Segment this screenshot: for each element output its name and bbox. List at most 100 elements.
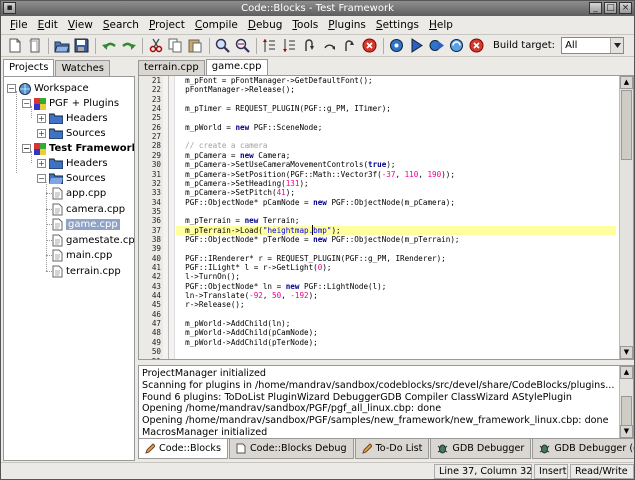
toolbar-separator [95, 37, 96, 54]
tree-file-app-cpp[interactable]: app.cpp [46, 186, 106, 201]
scrollbar-thumb[interactable] [621, 90, 632, 160]
code-line: m_pFont = pFontManager->GetDefaultFont()… [176, 76, 373, 85]
code-line: m_pCamera->SetHeading(131); [176, 178, 309, 188]
save-icon[interactable] [72, 37, 91, 55]
minimize-button[interactable]: _ [589, 2, 602, 14]
expand-toggle[interactable]: + [37, 129, 46, 138]
workspace-icon [19, 82, 31, 95]
tree-file-camera-cpp[interactable]: camera.cpp [46, 202, 125, 217]
code-area[interactable]: m_pFont = pFontManager->GetDefaultFont()… [176, 76, 616, 359]
cut-icon[interactable] [146, 37, 165, 55]
tree-item-workspace[interactable]: − Workspace [7, 81, 89, 96]
menu-tools[interactable]: Tools [287, 19, 323, 31]
tree-item-headers[interactable]: + Headers [37, 156, 108, 171]
build-target-select[interactable]: All [561, 37, 625, 54]
tree-item-sources[interactable]: − Sources [37, 171, 106, 186]
menu-view[interactable]: View [63, 19, 98, 31]
menu-compile[interactable]: Compile [190, 19, 243, 31]
tab-game-cpp[interactable]: game.cpp [205, 59, 268, 75]
line-number: 23 [151, 94, 161, 104]
code-line: PGF::ObjectNode* pTerNode = new PGF::Obj… [176, 234, 460, 244]
tab-watches[interactable]: Watches [55, 60, 110, 76]
abort-icon[interactable] [467, 37, 486, 55]
run-icon[interactable] [407, 37, 426, 55]
tree-item-headers[interactable]: + Headers [37, 111, 108, 126]
code-line: m_pWorld->AddChild(pTerNode); [176, 337, 318, 347]
code-line: m_pCamera->SetPitch(41); [176, 188, 295, 198]
step-out-icon[interactable] [340, 37, 359, 55]
folder-icon [49, 113, 63, 124]
tree-file-game-cpp[interactable]: game.cpp [46, 217, 120, 232]
tree-label: main.cpp [66, 250, 113, 261]
menu-file[interactable]: File [5, 19, 33, 31]
menu-bar: File Edit View Search Project Compile Debug Too… [1, 16, 634, 35]
close-window-button[interactable]: × [619, 2, 632, 14]
maximize-button[interactable]: □ [604, 2, 617, 14]
code-line: PGF::ILight* l = r->GetLight(0); [176, 263, 332, 272]
collapse-toggle[interactable]: − [7, 84, 16, 93]
undo-icon[interactable] [99, 37, 118, 55]
log-line: MacrosManager initialized [142, 427, 268, 438]
redo-icon[interactable] [119, 37, 138, 55]
scroll-up-icon[interactable]: ▲ [620, 366, 633, 379]
log-vertical-scrollbar[interactable]: ▲ ▼ [619, 366, 633, 438]
jump-back-icon[interactable] [260, 37, 279, 55]
rebuild-icon[interactable] [447, 37, 466, 55]
tree-item-sources[interactable]: + Sources [37, 126, 106, 141]
tree-label: Test Framework [49, 143, 135, 154]
tab-todo-list[interactable]: To-Do List [354, 439, 430, 459]
stop-debug-icon[interactable] [360, 37, 379, 55]
collapse-toggle[interactable]: − [37, 174, 46, 183]
step-over-icon[interactable] [320, 37, 339, 55]
code-line: m_pWorld->AddChild(ln); [176, 319, 291, 329]
menu-search[interactable]: Search [98, 19, 144, 31]
menu-edit[interactable]: Edit [33, 19, 63, 31]
scrollbar-thumb[interactable] [621, 396, 632, 426]
copy-icon[interactable] [166, 37, 185, 55]
tree-item-project-test-framework[interactable]: − Test Framework [22, 141, 135, 156]
tree-file-gamestate-cpp[interactable]: gamestate.cpp [46, 233, 134, 248]
tab-gdb-debugger-debug[interactable]: GDB Debugger (debug) [532, 439, 634, 459]
scroll-down-icon[interactable]: ▼ [620, 346, 633, 359]
tree-item-project-pgf[interactable]: − PGF + Plugins [22, 96, 119, 111]
line-number: 49 [151, 337, 161, 347]
build-and-run-icon[interactable] [427, 37, 446, 55]
paste-icon[interactable] [186, 37, 205, 55]
bug-icon [437, 443, 448, 454]
tab-terrain-cpp[interactable]: terrain.cpp [138, 60, 205, 75]
editor-vertical-scrollbar[interactable]: ▲ ▼ [619, 76, 633, 359]
new-file-icon[interactable] [5, 37, 24, 55]
code-editor[interactable]: 21 22 23 24 25 26 27 28 29 30 31 32 33 34 35 36 37 38 39 40… [138, 75, 634, 360]
find-replace-icon[interactable] [233, 37, 252, 55]
line-number: 34 [151, 197, 161, 207]
tab-gdb-debugger[interactable]: GDB Debugger [430, 439, 532, 459]
line-number: 38 [151, 234, 161, 244]
expand-toggle[interactable]: + [37, 159, 46, 168]
tree-file-terrain-cpp[interactable]: terrain.cpp [46, 264, 121, 279]
tab-codeblocks-log[interactable]: Code::Blocks [138, 439, 228, 459]
collapse-toggle[interactable]: − [22, 144, 31, 153]
expand-toggle[interactable]: + [37, 114, 46, 123]
step-into-icon[interactable] [300, 37, 319, 55]
tree-file-main-cpp[interactable]: main.cpp [46, 248, 113, 263]
code-line: m_pWorld->AddChild(pCamNode); [176, 328, 318, 338]
find-icon[interactable] [213, 37, 232, 55]
tab-codeblocks-debug[interactable]: Code::Blocks Debug [228, 439, 354, 459]
main-window: Code::Blocks - Test Framework ▪ _ □ × Fi… [0, 0, 635, 480]
scroll-down-icon[interactable]: ▼ [620, 425, 633, 438]
line-number: 22 [151, 85, 161, 95]
build-icon[interactable] [387, 37, 406, 55]
collapse-toggle[interactable]: − [22, 99, 31, 108]
jump-forward-icon[interactable] [280, 37, 299, 55]
menu-project[interactable]: Project [144, 19, 190, 31]
menu-plugins[interactable]: Plugins [323, 19, 371, 31]
menu-debug[interactable]: Debug [243, 19, 288, 31]
new-document-icon[interactable] [25, 37, 44, 55]
menu-help[interactable]: Help [424, 19, 458, 31]
window-menu-button[interactable]: ▪ [3, 2, 16, 14]
tab-projects[interactable]: Projects [3, 59, 55, 76]
scroll-up-icon[interactable]: ▲ [620, 76, 633, 89]
menu-settings[interactable]: Settings [371, 19, 424, 31]
open-folder-icon[interactable] [52, 37, 71, 55]
